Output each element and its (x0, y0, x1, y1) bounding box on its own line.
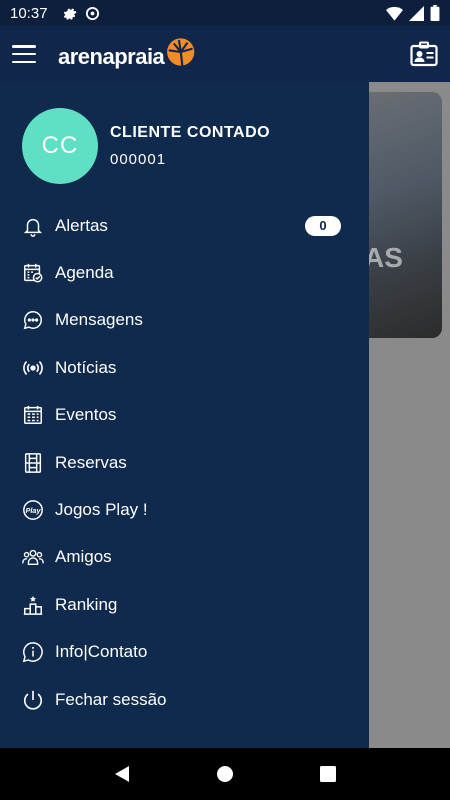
menu-item-label: Alertas (55, 215, 108, 235)
menu-item-alertas[interactable]: Alertas 0 (0, 202, 369, 249)
home-icon[interactable] (214, 763, 236, 785)
background-card-text: AS (364, 242, 403, 273)
menu-item-info-contato[interactable]: Info|Contato (0, 629, 369, 676)
menu-item-label: Ranking (55, 594, 118, 614)
menu-item-label: Fechar sessão (55, 689, 167, 709)
back-icon[interactable] (111, 763, 133, 785)
broadcast-icon (22, 357, 44, 379)
menu-item-label: Mensagens (55, 310, 143, 330)
palm-tree-icon (167, 38, 195, 66)
court-icon (22, 452, 44, 474)
gear-icon (63, 8, 76, 20)
menu-item-reservas[interactable]: Reservas (0, 439, 369, 486)
app-bar: arenapraia (0, 26, 450, 82)
status-time: 10:37 (10, 4, 48, 22)
battery-icon (430, 5, 440, 21)
menu-item-label: Reservas (55, 452, 127, 472)
logo-text: arenapraia (58, 44, 165, 69)
podium-icon (22, 594, 44, 616)
menu-item-label: Notícias (55, 357, 117, 377)
play-badge-icon: Play (22, 499, 44, 521)
people-icon (22, 546, 44, 568)
menu-item-label: Agenda (55, 263, 114, 283)
menu-item-label: Jogos Play ! (55, 500, 148, 520)
app-logo: arenapraia (58, 32, 196, 76)
signal-icon (409, 5, 424, 21)
menu-item-amigos[interactable]: Amigos (0, 534, 369, 581)
menu-item-jogos-play[interactable]: Play Jogos Play ! (0, 486, 369, 533)
menu-item-eventos[interactable]: Eventos (0, 392, 369, 439)
menu-item-ranking[interactable]: Ranking (0, 581, 369, 628)
at-sign-icon (85, 6, 99, 20)
menu-item-label: Amigos (55, 547, 112, 567)
hamburger-icon[interactable] (12, 45, 36, 63)
calendar-grid-icon (22, 404, 44, 426)
info-icon (22, 641, 44, 663)
menu-item-label: Eventos (55, 405, 117, 425)
profile-id: 000001 (110, 151, 167, 168)
menu-item-agenda[interactable]: Agenda (0, 249, 369, 296)
play-icon-text: Play (25, 506, 41, 515)
recents-icon[interactable] (317, 763, 339, 785)
avatar: CC (22, 108, 98, 184)
navigation-drawer: CC CLIENTE CONTADO 000001 Alertas 0 Agen… (0, 82, 369, 748)
calendar-check-icon (22, 262, 44, 284)
profile-name: CLIENTE CONTADO (110, 124, 271, 141)
profile-header: CC CLIENTE CONTADO 000001 (22, 108, 270, 184)
menu-item-fechar-sessao[interactable]: Fechar sessão (0, 676, 369, 723)
system-nav-bar (0, 748, 450, 800)
status-bar: 10:37 (0, 0, 450, 26)
menu-item-mensagens[interactable]: Mensagens (0, 297, 369, 344)
power-icon (22, 689, 44, 711)
drawer-menu: Alertas 0 Agenda Mensagens Notícias Even… (0, 202, 369, 723)
chat-bubble-icon (22, 309, 44, 331)
alert-count-badge: 0 (305, 215, 341, 236)
bell-icon (22, 215, 44, 237)
contact-card-icon[interactable] (410, 41, 438, 67)
wifi-icon (386, 6, 403, 21)
menu-item-noticias[interactable]: Notícias (0, 344, 369, 391)
menu-item-label: Info|Contato (55, 642, 148, 662)
